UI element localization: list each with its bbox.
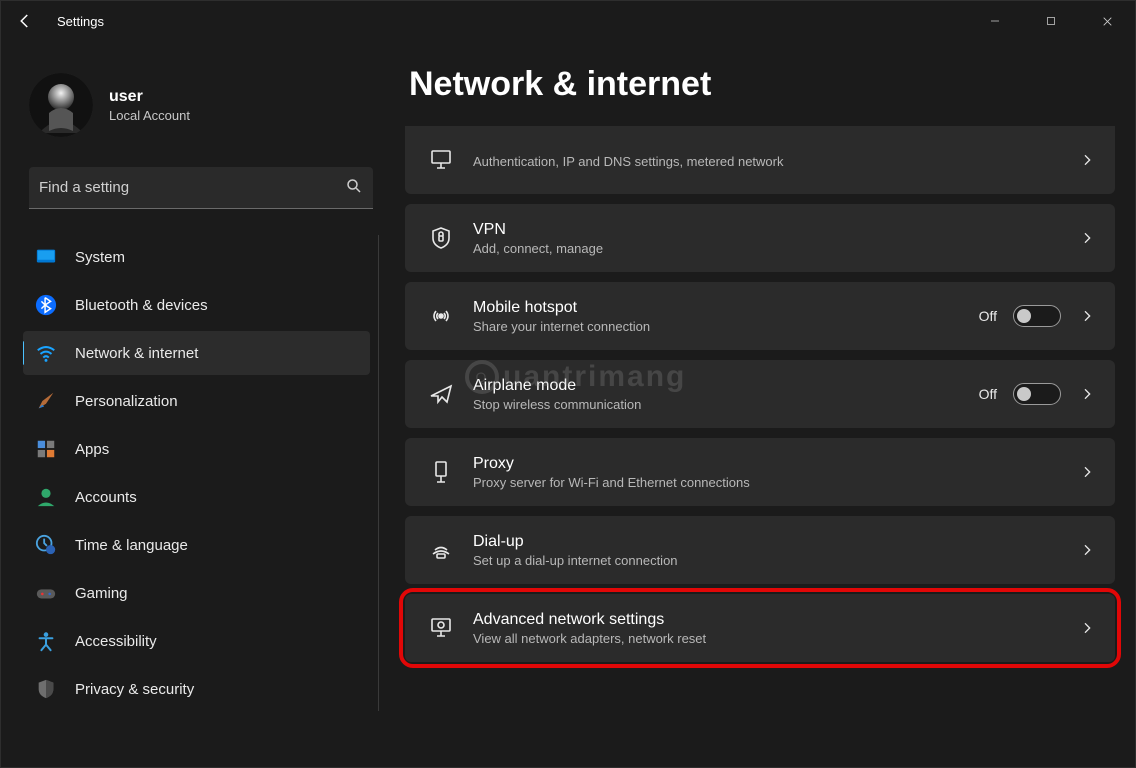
sidebar-item-time-language[interactable]: Time & language [23, 523, 370, 567]
sidebar-item-system[interactable]: System [23, 235, 370, 279]
chevron-right-icon [1077, 618, 1097, 638]
sidebar-item-label: Bluetooth & devices [75, 297, 208, 314]
sidebar: user Local Account System [1, 41, 391, 767]
search-icon [345, 177, 363, 198]
card-title: Dial-up [473, 533, 1077, 551]
sidebar-item-accounts[interactable]: Accounts [23, 475, 370, 519]
sidebar-item-bluetooth[interactable]: Bluetooth & devices [23, 283, 370, 327]
window-controls [967, 1, 1135, 41]
card-subtitle: Authentication, IP and DNS settings, met… [473, 154, 1077, 169]
shield-icon [35, 678, 57, 700]
hotspot-toggle[interactable] [1013, 305, 1061, 327]
hotspot-icon [423, 304, 459, 328]
toggle-state-label: Off [979, 308, 997, 324]
clock-globe-icon [35, 534, 57, 556]
card-ethernet[interactable]: Authentication, IP and DNS settings, met… [405, 126, 1115, 194]
user-block[interactable]: user Local Account [23, 59, 379, 157]
card-title: Airplane mode [473, 377, 979, 395]
dialup-icon [423, 538, 459, 562]
card-mobile-hotspot[interactable]: Mobile hotspot Share your internet conne… [405, 282, 1115, 350]
sidebar-item-label: Privacy & security [75, 681, 194, 698]
toggle-state-label: Off [979, 386, 997, 402]
card-vpn[interactable]: VPN Add, connect, manage [405, 204, 1115, 272]
maximize-button[interactable] [1023, 1, 1079, 41]
card-title: Mobile hotspot [473, 299, 979, 317]
card-title: Proxy [473, 455, 1077, 473]
card-airplane-mode[interactable]: Airplane mode Stop wireless communicatio… [405, 360, 1115, 428]
chevron-right-icon [1077, 384, 1097, 404]
chevron-right-icon [1077, 228, 1097, 248]
sidebar-item-label: Apps [75, 441, 109, 458]
sidebar-item-gaming[interactable]: Gaming [23, 571, 370, 615]
network-monitor-icon [423, 616, 459, 640]
chevron-right-icon [1077, 540, 1097, 560]
card-subtitle: Set up a dial-up internet connection [473, 553, 1077, 568]
sidebar-item-label: System [75, 249, 125, 266]
close-button[interactable] [1079, 1, 1135, 41]
accounts-icon [35, 486, 57, 508]
paintbrush-icon [35, 390, 57, 412]
page-title: Network & internet [409, 65, 1115, 104]
card-title: Advanced network settings [473, 611, 1077, 629]
titlebar: Settings [1, 1, 1135, 41]
accessibility-icon [35, 630, 57, 652]
chevron-right-icon [1077, 150, 1097, 170]
search-field[interactable] [29, 167, 373, 209]
sidebar-item-apps[interactable]: Apps [23, 427, 370, 471]
vpn-shield-icon [423, 226, 459, 250]
search-input[interactable] [39, 179, 345, 196]
user-name: user [109, 88, 190, 106]
card-advanced-network-settings[interactable]: Advanced network settings View all netwo… [405, 594, 1115, 662]
chevron-right-icon [1077, 306, 1097, 326]
ethernet-icon [423, 148, 459, 172]
sidebar-item-label: Gaming [75, 585, 128, 602]
sidebar-item-personalization[interactable]: Personalization [23, 379, 370, 423]
sidebar-item-label: Accounts [75, 489, 137, 506]
proxy-icon [423, 460, 459, 484]
sidebar-item-label: Accessibility [75, 633, 157, 650]
chevron-right-icon [1077, 462, 1097, 482]
sidebar-item-network[interactable]: Network & internet [23, 331, 370, 375]
card-subtitle: View all network adapters, network reset [473, 631, 1077, 646]
airplane-toggle[interactable] [1013, 383, 1061, 405]
card-proxy[interactable]: Proxy Proxy server for Wi-Fi and Etherne… [405, 438, 1115, 506]
sidebar-nav: System Bluetooth & devices Network & int… [23, 235, 379, 711]
card-title: VPN [473, 221, 1077, 239]
card-subtitle: Stop wireless communication [473, 397, 979, 412]
back-button[interactable] [11, 7, 39, 35]
wifi-icon [35, 342, 57, 364]
bluetooth-icon [35, 294, 57, 316]
minimize-button[interactable] [967, 1, 1023, 41]
sidebar-item-accessibility[interactable]: Accessibility [23, 619, 370, 663]
card-dialup[interactable]: Dial-up Set up a dial-up internet connec… [405, 516, 1115, 584]
settings-card-list: Authentication, IP and DNS settings, met… [405, 126, 1115, 662]
card-subtitle: Proxy server for Wi-Fi and Ethernet conn… [473, 475, 1077, 490]
user-subtitle: Local Account [109, 108, 190, 123]
card-subtitle: Share your internet connection [473, 319, 979, 334]
sidebar-item-label: Network & internet [75, 345, 198, 362]
avatar [29, 73, 93, 137]
sidebar-item-privacy[interactable]: Privacy & security [23, 667, 370, 711]
sidebar-item-label: Time & language [75, 537, 188, 554]
sidebar-item-label: Personalization [75, 393, 178, 410]
card-subtitle: Add, connect, manage [473, 241, 1077, 256]
system-icon [35, 246, 57, 268]
apps-icon [35, 438, 57, 460]
settings-window: Settings [0, 0, 1136, 768]
main-panel: Network & internet Authentication, IP an… [391, 41, 1135, 767]
app-title: Settings [57, 14, 104, 29]
airplane-icon [423, 382, 459, 406]
gaming-icon [35, 582, 57, 604]
